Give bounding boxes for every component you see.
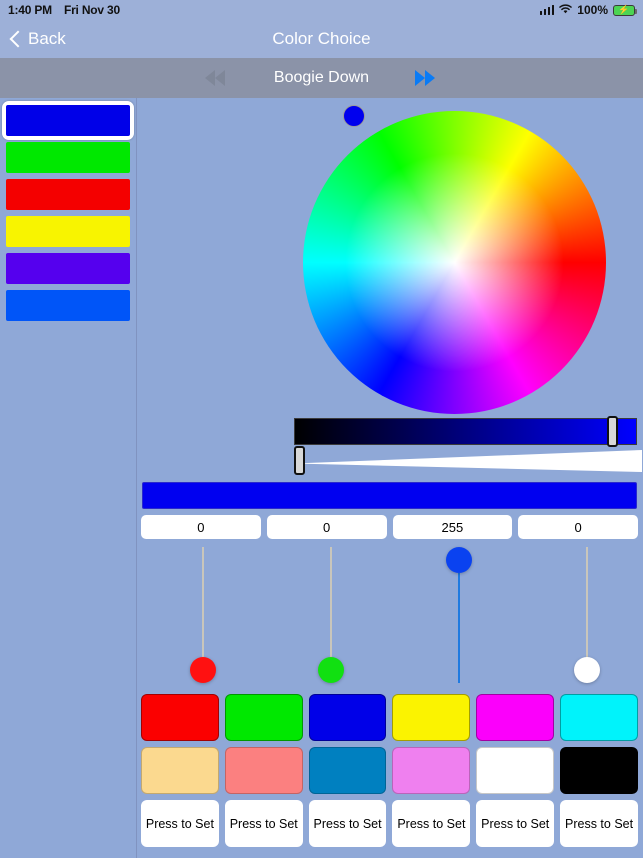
bright-color-cell-4[interactable] [476,694,555,741]
brightness-slider-thumb[interactable] [607,416,618,447]
color-grid: Press to Set Press to Set Press to Set Pres… [141,694,638,853]
brightness-slider-track[interactable] [294,418,637,445]
green-slider[interactable] [301,541,361,691]
color-wheel-area [137,98,643,418]
chevron-left-icon [9,30,27,48]
value-field-3[interactable]: 0 [518,515,638,539]
value-fields-row: 0 0 255 0 [141,515,638,539]
rewind-icon-second [215,70,225,86]
custom-color-cell-3[interactable] [392,747,471,794]
palette-item-3[interactable] [6,216,130,247]
palette-swatch [6,253,130,284]
back-button[interactable]: Back [9,29,66,49]
press-to-set-button-4[interactable]: Press to Set [476,800,555,847]
back-button-label: Back [28,29,66,48]
color-wheel[interactable] [303,111,606,414]
battery-charging-icon: ⚡ [613,4,637,16]
status-date: Fri Nov 30 [63,3,120,17]
press-to-set-button-3[interactable]: Press to Set [392,800,471,847]
status-bar-right: 100% ⚡ [539,3,637,17]
custom-color-cell-4[interactable] [476,747,555,794]
slider-fill [458,573,460,683]
blue-slider-thumb[interactable] [446,547,472,573]
track-title: Boogie Down [273,69,370,86]
palette-item-0[interactable] [2,101,134,140]
battery-percent-label: 100% [577,3,608,17]
value-field-1[interactable]: 0 [266,515,387,539]
palette-sidebar [0,98,137,858]
blue-slider[interactable] [429,541,489,691]
green-slider-thumb[interactable] [318,657,344,683]
cellular-signal-icon [539,5,555,15]
white-level-slider-thumb[interactable] [294,446,305,475]
track-bar: Boogie Down [0,58,643,98]
custom-color-row [141,747,638,794]
press-to-set-row: Press to Set Press to Set Press to Set Pres… [141,800,638,847]
palette-swatch [6,105,130,136]
bright-color-cell-2[interactable] [308,694,387,741]
press-to-set-button-0[interactable]: Press to Set [141,800,219,847]
next-track-button[interactable] [415,70,435,86]
palette-item-2[interactable] [6,179,130,210]
bright-color-row [141,694,638,741]
palette-swatch [6,216,130,247]
white-slider[interactable] [557,541,617,691]
white-slider-thumb[interactable] [574,657,600,683]
bright-color-cell-1[interactable] [224,694,303,741]
bright-color-cell-0[interactable] [141,694,219,741]
palette-swatch [6,179,130,210]
palette-item-4[interactable] [6,253,130,284]
status-bar-left: 1:40 PM Fri Nov 30 [8,3,120,17]
fast-forward-icon [415,70,425,86]
wifi-icon [559,4,573,16]
content-area: 0 0 255 0 Press to Set Press to Set Press to … [0,98,643,858]
rewind-icon [205,70,215,86]
custom-color-cell-2[interactable] [308,747,387,794]
color-editor-panel: 0 0 255 0 Press to Set Press to Set Press to … [137,98,643,858]
value-field-2[interactable]: 255 [392,515,513,539]
white-level-slider-track[interactable] [294,450,642,472]
custom-color-cell-5[interactable] [560,747,638,794]
palette-swatch [6,290,130,321]
value-field-0[interactable]: 0 [141,515,261,539]
color-preview-bar [142,482,637,509]
palette-item-5[interactable] [6,290,130,321]
red-slider-thumb[interactable] [190,657,216,683]
bright-color-cell-5[interactable] [560,694,638,741]
channel-sliders [137,541,643,691]
page-title: Color Choice [272,29,371,48]
bright-color-cell-3[interactable] [392,694,471,741]
press-to-set-button-2[interactable]: Press to Set [308,800,387,847]
status-time: 1:40 PM [8,3,52,17]
fast-forward-icon-second [425,70,435,86]
previous-track-button[interactable] [205,70,225,86]
palette-swatch [6,142,130,173]
color-wheel-marker[interactable] [343,105,365,127]
palette-item-1[interactable] [6,142,130,173]
red-slider[interactable] [173,541,233,691]
press-to-set-button-1[interactable]: Press to Set [224,800,303,847]
press-to-set-button-5[interactable]: Press to Set [560,800,638,847]
navigation-bar: Back Color Choice [0,20,643,58]
custom-color-cell-1[interactable] [224,747,303,794]
custom-color-cell-0[interactable] [141,747,219,794]
status-bar: 1:40 PM Fri Nov 30 100% ⚡ [0,0,643,20]
